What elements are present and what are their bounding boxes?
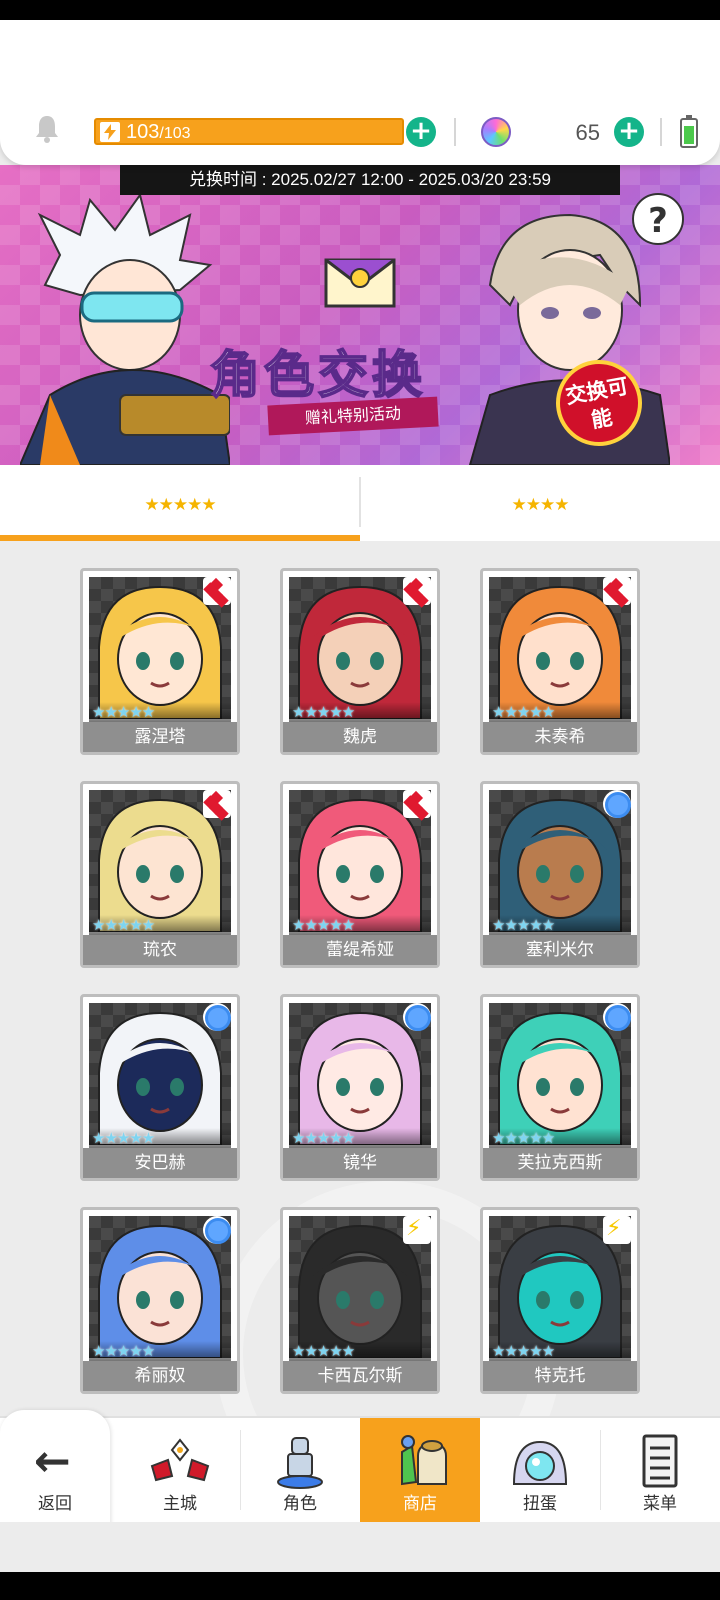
help-button[interactable]: ? [632,193,684,245]
mail-icon [324,258,396,308]
rarity-stars: ★★★★★ [289,915,431,935]
diamond-type-icon [403,790,431,818]
rarity-stars: ★★★★★ [289,1341,431,1361]
character-grid: ★★★★★ 露涅塔 ★★★★★ 魏虎 ★★★★★ 未奏希 ★★★★★ 琉农 ★★★★★ 蕾… [0,541,720,1527]
rarity-stars: ★★★★★ [489,915,631,935]
tab-five-star[interactable]: ★★★★★ [0,465,360,541]
back-arrow-icon: ← [34,1436,71,1487]
castle-icon [150,1438,210,1482]
stamina-bolt-icon [100,122,120,142]
character-name: 露涅塔 [83,722,237,752]
character-card[interactable]: ★★★★★ 希丽奴 [80,1207,240,1394]
bottom-navigation: ← 返回 主城 角色 商店 扭蛋 菜单 [0,1410,720,1530]
tab-four-star-label: ★★★★ [511,495,570,515]
nav-item-menu[interactable]: 菜单 [600,1418,720,1522]
nav-label-character: 角色 [283,1494,317,1514]
character-name: 未奏希 [483,722,637,752]
character-card[interactable]: ★★★★★ 魏虎 [280,568,440,755]
rarity-stars: ★★★★★ [289,702,431,722]
rarity-stars: ★★★★★ [89,915,231,935]
character-name: 蕾缇希娅 [283,935,437,965]
divider [660,118,662,146]
nav-label-main-city: 主城 [163,1494,197,1514]
nav-label-menu: 菜单 [643,1494,677,1514]
character-name: 魏虎 [283,722,437,752]
top-resource-bar: 103/103 + 65 + [0,20,720,165]
shop-bag-icon [401,1435,447,1486]
nav-item-character[interactable]: 角色 [240,1418,360,1522]
character-card[interactable]: ★★★★★ 安巴赫 [80,994,240,1181]
diamond-type-icon [403,577,431,605]
character-name: 镜华 [283,1148,437,1178]
nav-label-gacha: 扭蛋 [523,1494,557,1514]
character-name: 卡西瓦尔斯 [283,1361,437,1391]
character-card[interactable]: ★★★★★ 琉农 [80,781,240,968]
character-name: 安巴赫 [83,1148,237,1178]
star-tabs: ★★★★★ ★★★★ [0,465,720,541]
stamina-value: 103/103 [126,120,191,144]
character-card[interactable]: ★★★★★ 芙拉克西斯 [480,994,640,1181]
character-name: 希丽奴 [83,1361,237,1391]
character-card[interactable]: ★★★★★特克托 [480,1207,640,1394]
status-bar [0,0,720,20]
divider [454,118,456,146]
circle-type-icon [203,1216,231,1244]
rarity-stars: ★★★★★ [489,702,631,722]
character-card[interactable]: ★★★★★ 塞利米尔 [480,781,640,968]
back-button[interactable]: ← 返回 [0,1410,110,1530]
banner-character-left [20,195,230,465]
bottom-spacer [0,1522,720,1572]
rarity-stars: ★★★★★ [89,1128,231,1148]
bolt-type-icon [603,1216,631,1244]
stamina-bar: 103/103 [94,118,404,145]
battery-icon [680,115,698,148]
rarity-stars: ★★★★★ [489,1128,631,1148]
character-name: 琉农 [83,935,237,965]
diamond-type-icon [203,790,231,818]
system-navigation-bar [0,1572,720,1600]
character-card[interactable]: ★★★★★ 蕾缇希娅 [280,781,440,968]
stamina-max: /103 [159,125,191,142]
diamond-type-icon [603,577,631,605]
circle-type-icon [603,1003,631,1031]
diamond-type-icon [203,577,231,605]
tab-five-star-label: ★★★★★ [144,495,216,515]
nav-item-main-city[interactable]: 主城 [120,1418,240,1522]
event-title: 角色交换 [209,345,426,405]
gem-count: 65 [575,120,600,145]
bolt-type-icon [403,1216,431,1244]
exchange-time-label: 兑换时间 : 2025.02/27 12:00 - 2025.03/20 23:… [120,165,620,195]
stamina-current: 103 [126,121,160,143]
character-name: 特克托 [483,1361,637,1391]
menu-list-icon [642,1434,678,1488]
circle-type-icon [603,790,631,818]
character-name: 塞利米尔 [483,935,637,965]
character-card[interactable]: ★★★★★ 露涅塔 [80,568,240,755]
bell-icon[interactable] [34,114,60,144]
gem-icon [481,117,511,147]
rarity-stars: ★★★★★ [289,1128,431,1148]
event-banner[interactable]: 兑换时间 : 2025.02/27 12:00 - 2025.03/20 23:… [0,165,720,465]
nav-label-shop: 商店 [403,1494,437,1514]
rarity-stars: ★★★★★ [89,1341,231,1361]
rarity-stars: ★★★★★ [489,1341,631,1361]
circle-type-icon [203,1003,231,1031]
nav-item-gacha[interactable]: 扭蛋 [480,1418,600,1522]
character-card[interactable]: ★★★★★ 镜华 [280,994,440,1181]
add-gem-button[interactable]: + [614,117,644,147]
back-label: 返回 [38,1494,72,1514]
character-figure-icon [277,1437,323,1489]
character-card[interactable]: ★★★★★卡西瓦尔斯 [280,1207,440,1394]
add-stamina-button[interactable]: + [406,117,436,147]
rarity-stars: ★★★★★ [89,702,231,722]
gacha-orb-icon [512,1440,568,1485]
circle-type-icon [403,1003,431,1031]
character-card[interactable]: ★★★★★ 未奏希 [480,568,640,755]
character-name: 芙拉克西斯 [483,1148,637,1178]
tab-four-star[interactable]: ★★★★ [360,465,720,541]
nav-item-shop[interactable]: 商店 [360,1418,480,1522]
